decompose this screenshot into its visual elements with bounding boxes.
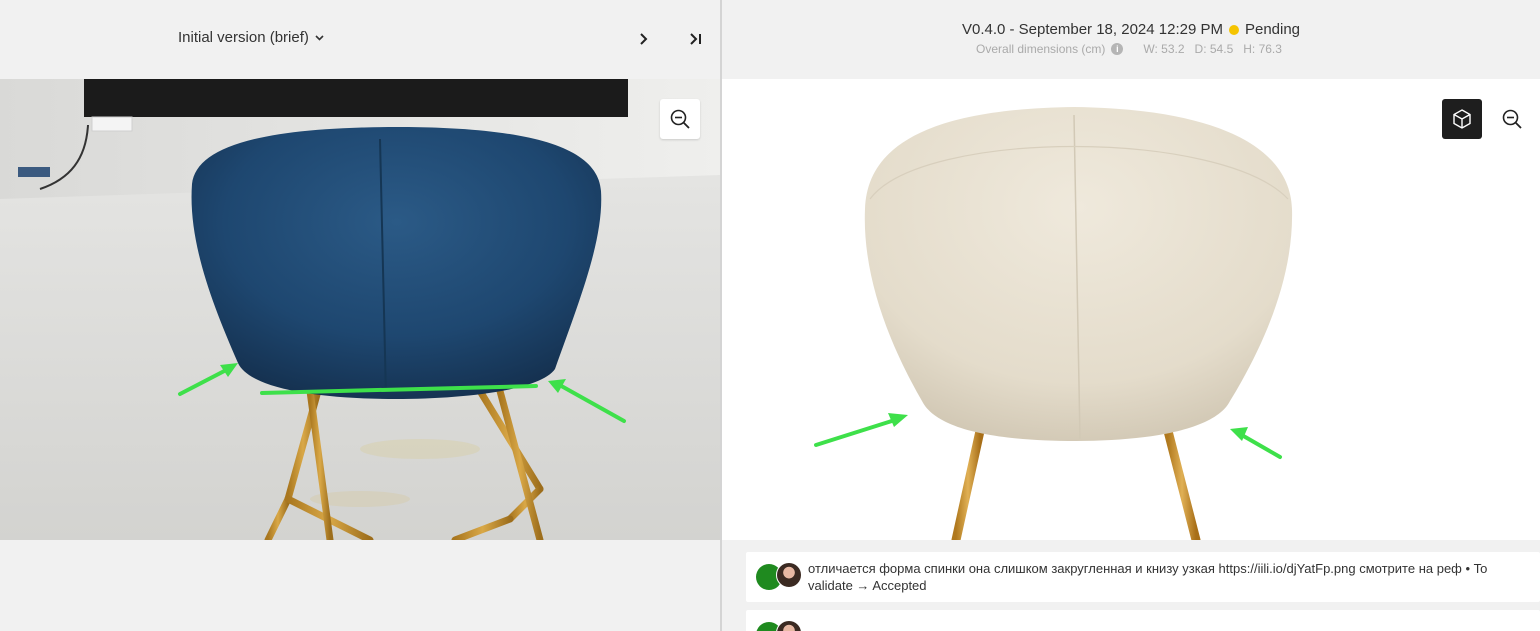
skip-to-end-icon (690, 33, 701, 45)
avatar (776, 562, 802, 588)
zoom-out-icon (670, 109, 690, 129)
dimension-width: W: 53.2 (1143, 42, 1185, 56)
status-badge: Pending (1244, 21, 1301, 38)
last-version-button[interactable] (685, 28, 707, 50)
model-render (722, 79, 1540, 540)
comments-list: отличается форма спинки она слишком закр… (746, 552, 1540, 631)
cube-icon (1453, 109, 1471, 129)
zoom-out-icon (1502, 109, 1522, 129)
chevron-down-icon (315, 32, 324, 44)
dimension-depth: D: 54.5 (1194, 42, 1234, 56)
avatar (776, 620, 802, 631)
3d-view-button[interactable] (1442, 99, 1482, 139)
comment-item[interactable] (746, 610, 1540, 631)
zoom-button-right[interactable] (1498, 99, 1526, 139)
reference-header: Initial version (brief) (0, 0, 720, 79)
model-header: V0.4.0 - September 18, 2024 12:29 PM Pen… (722, 0, 1540, 79)
comment-avatars (756, 620, 802, 631)
reference-photo (0, 79, 720, 540)
version-selector-dropdown[interactable]: Initial version (brief) (178, 29, 324, 46)
chevron-right-icon (640, 33, 648, 45)
version-label: V0.4.0 - September 18, 2024 12:29 PM (961, 21, 1223, 38)
version-info: V0.4.0 - September 18, 2024 12:29 PM Pen… (722, 21, 1540, 38)
info-icon[interactable]: i (1111, 43, 1124, 55)
status-dot-icon (1228, 24, 1239, 35)
comment-avatars (756, 562, 802, 590)
dimensions-info: Overall dimensions (cm) i W: 53.2 D: 54.… (722, 42, 1540, 56)
model-pane: V0.4.0 - September 18, 2024 12:29 PM Pen… (722, 0, 1540, 631)
dimensions-label: Overall dimensions (cm) (976, 42, 1106, 56)
reference-pane: Initial version (brief) (0, 0, 720, 631)
zoom-button-left[interactable] (660, 99, 700, 139)
comment-text: отличается форма спинки она слишком закр… (808, 561, 1488, 593)
version-selector-label: Initial version (brief) (178, 29, 309, 46)
comment-item[interactable]: отличается форма спинки она слишком закр… (746, 552, 1540, 602)
next-version-button[interactable] (633, 28, 655, 50)
dimension-height: H: 76.3 (1243, 42, 1282, 56)
